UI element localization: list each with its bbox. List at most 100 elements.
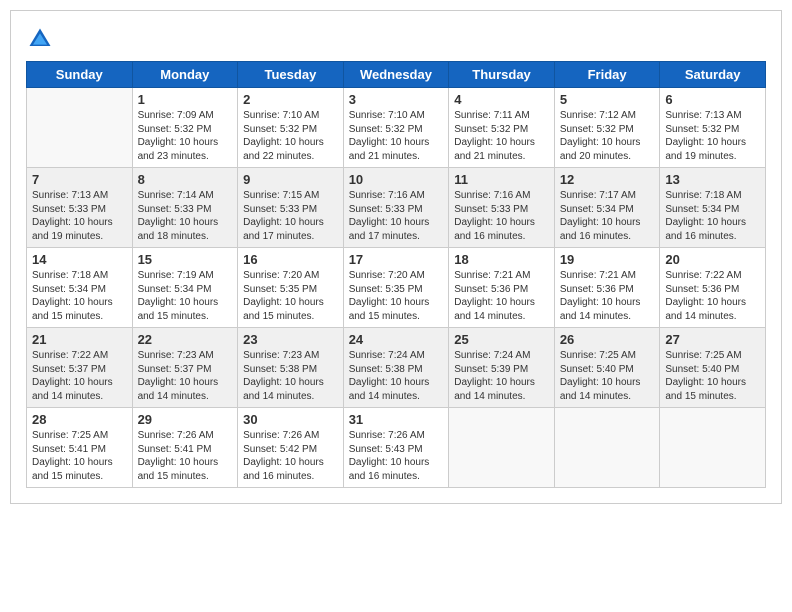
header bbox=[26, 21, 766, 53]
day-info: Sunrise: 7:12 AMSunset: 5:32 PMDaylight:… bbox=[560, 109, 655, 163]
calendar-cell: 1 Sunrise: 7:09 AMSunset: 5:32 PMDaylight… bbox=[132, 88, 238, 168]
day-info: Sunrise: 7:19 AMSunset: 5:34 PMDaylight:… bbox=[138, 269, 233, 323]
calendar-cell: 11 Sunrise: 7:16 AMSunset: 5:33 PMDayligh… bbox=[449, 168, 555, 248]
day-info: Sunrise: 7:25 AMSunset: 5:40 PMDaylight:… bbox=[665, 349, 760, 403]
logo bbox=[26, 25, 56, 53]
day-info: Sunrise: 7:23 AMSunset: 5:37 PMDaylight:… bbox=[138, 349, 233, 403]
calendar-cell: 21Sunrise: 7:22 AMSunset: 5:37 PMDayligh… bbox=[27, 328, 133, 408]
day-number: 25 bbox=[454, 332, 549, 347]
day-number: 29 bbox=[138, 412, 233, 427]
day-info: Sunrise: 7:24 AMSunset: 5:38 PMDaylight:… bbox=[349, 349, 444, 403]
day-number: 7 bbox=[32, 172, 127, 187]
day-info: Sunrise: 7:23 AMSunset: 5:38 PMDaylight:… bbox=[243, 349, 338, 403]
calendar-cell: 22 Sunrise: 7:23 AMSunset: 5:37 PMDayligh… bbox=[132, 328, 238, 408]
day-info: Sunrise: 7:16 AMSunset: 5:33 PMDaylight:… bbox=[454, 189, 549, 243]
day-number: 20 bbox=[665, 252, 760, 267]
day-number: 23 bbox=[243, 332, 338, 347]
calendar-cell: 16 Sunrise: 7:20 AMSunset: 5:35 PMDayligh… bbox=[238, 248, 344, 328]
day-number: 2 bbox=[243, 92, 338, 107]
day-info: Sunrise: 7:14 AMSunset: 5:33 PMDaylight:… bbox=[138, 189, 233, 243]
day-number: 10 bbox=[349, 172, 444, 187]
calendar-cell: 19 Sunrise: 7:21 AMSunset: 5:36 PMDayligh… bbox=[554, 248, 660, 328]
day-number: 1 bbox=[138, 92, 233, 107]
day-number: 9 bbox=[243, 172, 338, 187]
calendar-week-3: 14 Sunrise: 7:18 AMSunset: 5:34 PMDayligh… bbox=[27, 248, 766, 328]
calendar-cell: 6Sunrise: 7:13 AMSunset: 5:32 PMDaylight… bbox=[660, 88, 766, 168]
calendar-week-1: 1 Sunrise: 7:09 AMSunset: 5:32 PMDaylight… bbox=[27, 88, 766, 168]
day-number: 13 bbox=[665, 172, 760, 187]
day-info: Sunrise: 7:22 AMSunset: 5:36 PMDaylight:… bbox=[665, 269, 760, 323]
day-number: 16 bbox=[243, 252, 338, 267]
day-number: 8 bbox=[138, 172, 233, 187]
day-info: Sunrise: 7:25 AMSunset: 5:41 PMDaylight:… bbox=[32, 429, 127, 483]
day-number: 19 bbox=[560, 252, 655, 267]
day-info: Sunrise: 7:20 AMSunset: 5:35 PMDaylight:… bbox=[243, 269, 338, 323]
calendar-cell: 17 Sunrise: 7:20 AMSunset: 5:35 PMDayligh… bbox=[343, 248, 449, 328]
calendar-cell: 27 Sunrise: 7:25 AMSunset: 5:40 PMDayligh… bbox=[660, 328, 766, 408]
day-number: 15 bbox=[138, 252, 233, 267]
day-header-saturday: Saturday bbox=[660, 62, 766, 88]
day-number: 5 bbox=[560, 92, 655, 107]
day-info: Sunrise: 7:13 AMSunset: 5:32 PMDaylight:… bbox=[665, 109, 760, 163]
day-header-thursday: Thursday bbox=[449, 62, 555, 88]
day-info: Sunrise: 7:22 AMSunset: 5:37 PMDaylight:… bbox=[32, 349, 127, 403]
calendar-cell bbox=[449, 408, 555, 488]
day-info: Sunrise: 7:26 AMSunset: 5:43 PMDaylight:… bbox=[349, 429, 444, 483]
calendar-cell: 28 Sunrise: 7:25 AMSunset: 5:41 PMDayligh… bbox=[27, 408, 133, 488]
day-info: Sunrise: 7:11 AMSunset: 5:32 PMDaylight:… bbox=[454, 109, 549, 163]
calendar-cell: 29 Sunrise: 7:26 AMSunset: 5:41 PMDayligh… bbox=[132, 408, 238, 488]
day-info: Sunrise: 7:24 AMSunset: 5:39 PMDaylight:… bbox=[454, 349, 549, 403]
day-number: 28 bbox=[32, 412, 127, 427]
calendar-cell: 10Sunrise: 7:16 AMSunset: 5:33 PMDayligh… bbox=[343, 168, 449, 248]
days-header-row: SundayMondayTuesdayWednesdayThursdayFrid… bbox=[27, 62, 766, 88]
day-info: Sunrise: 7:18 AMSunset: 5:34 PMDaylight:… bbox=[665, 189, 760, 243]
calendar-cell: 7Sunrise: 7:13 AMSunset: 5:33 PMDaylight… bbox=[27, 168, 133, 248]
calendar-cell: 14 Sunrise: 7:18 AMSunset: 5:34 PMDayligh… bbox=[27, 248, 133, 328]
calendar-cell: 9 Sunrise: 7:15 AMSunset: 5:33 PMDaylight… bbox=[238, 168, 344, 248]
day-info: Sunrise: 7:18 AMSunset: 5:34 PMDaylight:… bbox=[32, 269, 127, 323]
day-info: Sunrise: 7:25 AMSunset: 5:40 PMDaylight:… bbox=[560, 349, 655, 403]
calendar-cell: 23 Sunrise: 7:23 AMSunset: 5:38 PMDayligh… bbox=[238, 328, 344, 408]
calendar-cell: 8 Sunrise: 7:14 AMSunset: 5:33 PMDaylight… bbox=[132, 168, 238, 248]
day-header-sunday: Sunday bbox=[27, 62, 133, 88]
day-info: Sunrise: 7:21 AMSunset: 5:36 PMDaylight:… bbox=[454, 269, 549, 323]
calendar-week-2: 7Sunrise: 7:13 AMSunset: 5:33 PMDaylight… bbox=[27, 168, 766, 248]
day-info: Sunrise: 7:20 AMSunset: 5:35 PMDaylight:… bbox=[349, 269, 444, 323]
calendar-cell: 2 Sunrise: 7:10 AMSunset: 5:32 PMDaylight… bbox=[238, 88, 344, 168]
day-info: Sunrise: 7:26 AMSunset: 5:42 PMDaylight:… bbox=[243, 429, 338, 483]
day-number: 17 bbox=[349, 252, 444, 267]
calendar-week-5: 28 Sunrise: 7:25 AMSunset: 5:41 PMDayligh… bbox=[27, 408, 766, 488]
day-info: Sunrise: 7:10 AMSunset: 5:32 PMDaylight:… bbox=[243, 109, 338, 163]
day-info: Sunrise: 7:17 AMSunset: 5:34 PMDaylight:… bbox=[560, 189, 655, 243]
calendar-cell bbox=[660, 408, 766, 488]
calendar-cell: 20 Sunrise: 7:22 AMSunset: 5:36 PMDayligh… bbox=[660, 248, 766, 328]
calendar-cell: 30 Sunrise: 7:26 AMSunset: 5:42 PMDayligh… bbox=[238, 408, 344, 488]
day-info: Sunrise: 7:15 AMSunset: 5:33 PMDaylight:… bbox=[243, 189, 338, 243]
calendar-cell: 13 Sunrise: 7:18 AMSunset: 5:34 PMDayligh… bbox=[660, 168, 766, 248]
day-number: 27 bbox=[665, 332, 760, 347]
day-header-monday: Monday bbox=[132, 62, 238, 88]
day-number: 31 bbox=[349, 412, 444, 427]
day-number: 22 bbox=[138, 332, 233, 347]
day-number: 11 bbox=[454, 172, 549, 187]
calendar-cell: 18Sunrise: 7:21 AMSunset: 5:36 PMDayligh… bbox=[449, 248, 555, 328]
calendar-cell: 12Sunrise: 7:17 AMSunset: 5:34 PMDayligh… bbox=[554, 168, 660, 248]
calendar-page: SundayMondayTuesdayWednesdayThursdayFrid… bbox=[10, 10, 782, 504]
calendar-cell: 31 Sunrise: 7:26 AMSunset: 5:43 PMDayligh… bbox=[343, 408, 449, 488]
day-number: 30 bbox=[243, 412, 338, 427]
calendar-week-4: 21Sunrise: 7:22 AMSunset: 5:37 PMDayligh… bbox=[27, 328, 766, 408]
calendar-cell: 15 Sunrise: 7:19 AMSunset: 5:34 PMDayligh… bbox=[132, 248, 238, 328]
day-number: 14 bbox=[32, 252, 127, 267]
day-info: Sunrise: 7:09 AMSunset: 5:32 PMDaylight:… bbox=[138, 109, 233, 163]
day-number: 26 bbox=[560, 332, 655, 347]
day-info: Sunrise: 7:21 AMSunset: 5:36 PMDaylight:… bbox=[560, 269, 655, 323]
calendar-cell: 26 Sunrise: 7:25 AMSunset: 5:40 PMDayligh… bbox=[554, 328, 660, 408]
day-info: Sunrise: 7:26 AMSunset: 5:41 PMDaylight:… bbox=[138, 429, 233, 483]
calendar-cell: 4 Sunrise: 7:11 AMSunset: 5:32 PMDaylight… bbox=[449, 88, 555, 168]
day-number: 24 bbox=[349, 332, 444, 347]
logo-icon bbox=[26, 25, 54, 53]
day-header-friday: Friday bbox=[554, 62, 660, 88]
calendar-cell bbox=[27, 88, 133, 168]
calendar-table: SundayMondayTuesdayWednesdayThursdayFrid… bbox=[26, 61, 766, 488]
day-number: 4 bbox=[454, 92, 549, 107]
